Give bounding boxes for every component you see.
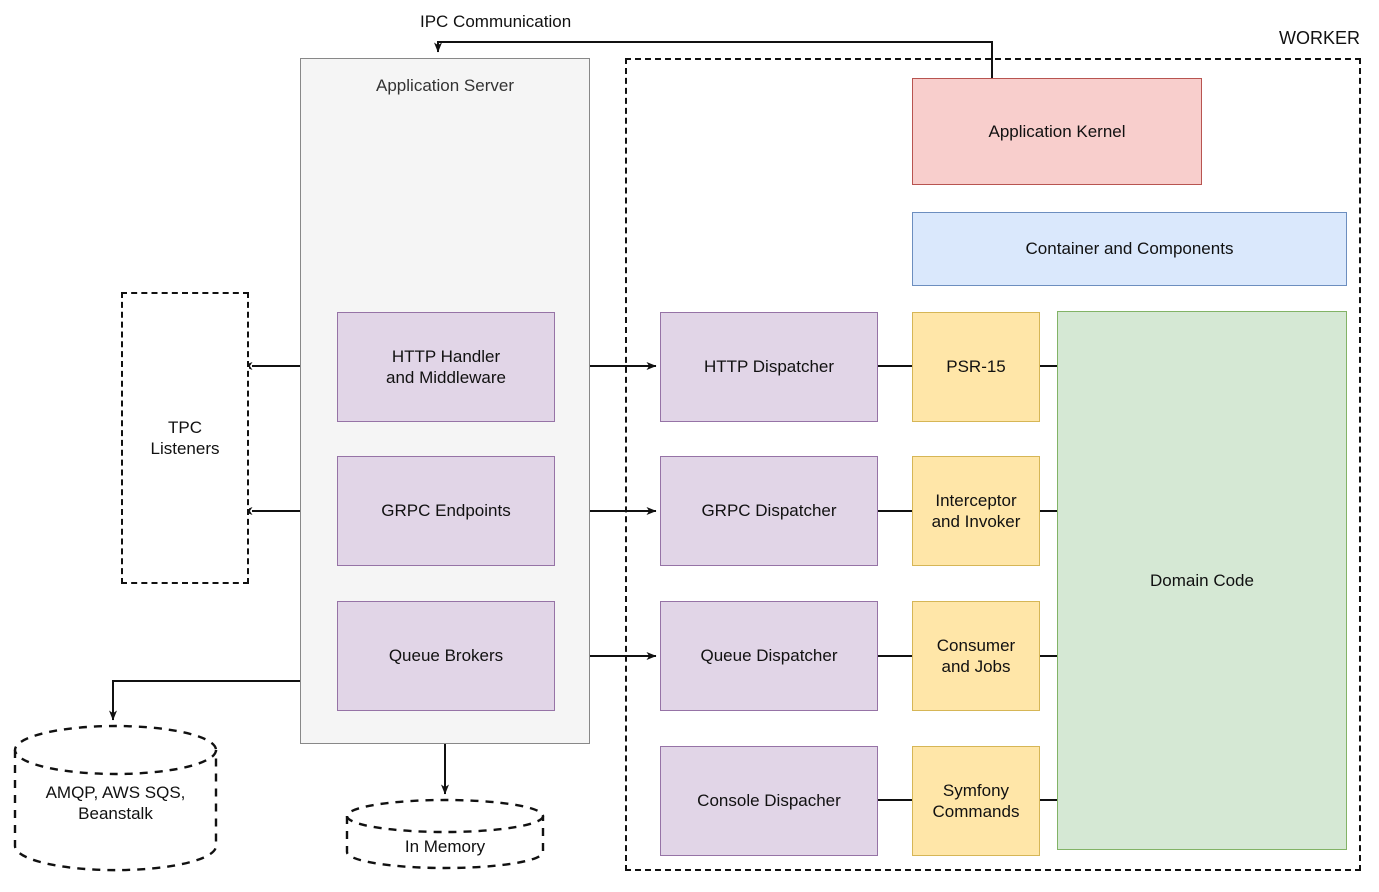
grpc-dispatcher-node: GRPC Dispatcher (660, 456, 878, 566)
memory-store-cylinder: In Memory (345, 798, 545, 870)
ipc-communication-label: IPC Communication (420, 12, 572, 31)
brokers-store-label: AMQP, AWS SQS, Beanstalk (45, 783, 186, 824)
console-dispatcher-node: Console Dispacher (660, 746, 878, 856)
worker-group-label: WORKER (1279, 28, 1360, 48)
queue-brokers-node: Queue Brokers (337, 601, 555, 711)
memory-store-cylinder-shape (345, 798, 545, 870)
container-and-components-node: Container and Components (912, 212, 1347, 286)
tpc-listeners-box: TPC Listeners (121, 292, 249, 584)
application-kernel-node: Application Kernel (912, 78, 1202, 185)
consumer-and-jobs-node: Consumer and Jobs (912, 601, 1040, 711)
symfony-commands-node: Symfony Commands (912, 746, 1040, 856)
grpc-endpoints-node: GRPC Endpoints (337, 456, 555, 566)
brokers-store-cylinder: AMQP, AWS SQS, Beanstalk (13, 724, 218, 872)
architecture-diagram: IPC Communication WORKER Application Ser… (0, 0, 1379, 892)
memory-store-label: In Memory (404, 837, 486, 856)
http-handler-and-middleware-node: HTTP Handler and Middleware (337, 312, 555, 422)
http-dispatcher-node: HTTP Dispatcher (660, 312, 878, 422)
psr15-node: PSR-15 (912, 312, 1040, 422)
queue-dispatcher-node: Queue Dispatcher (660, 601, 878, 711)
domain-code-node: Domain Code (1057, 311, 1347, 850)
application-server-title: Application Server (376, 76, 514, 95)
interceptor-and-invoker-node: Interceptor and Invoker (912, 456, 1040, 566)
